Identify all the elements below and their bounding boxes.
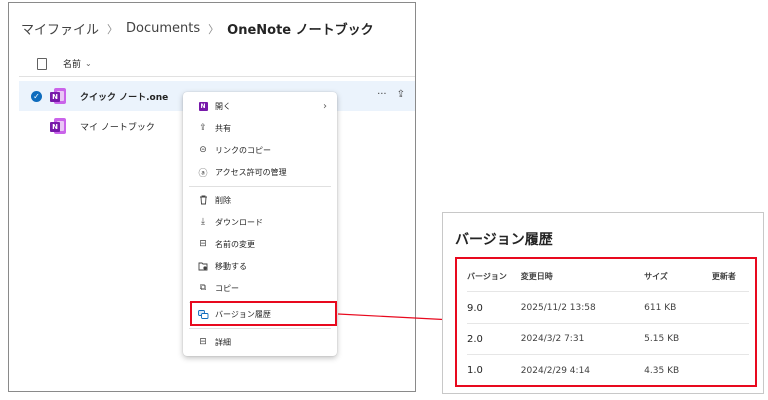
cell-modified: 2025/11/2 13:58 bbox=[520, 303, 596, 313]
version-history-title: バージョン履歴 bbox=[455, 232, 553, 248]
table-header-row: バージョン 変更日時 サイズ 更新者 bbox=[467, 261, 749, 292]
version-history-table: バージョン 変更日時 サイズ 更新者 9.0 2025/11/2 13:58 6… bbox=[455, 257, 757, 387]
breadcrumb-current: OneNote ノートブック bbox=[227, 23, 374, 38]
onenote-notebook-icon: N bbox=[50, 118, 66, 134]
person-icon: ⓐ bbox=[198, 168, 208, 179]
column-header: 名前 ⌄ bbox=[19, 51, 415, 77]
file-name[interactable]: クイック ノート.one bbox=[80, 90, 168, 103]
file-type-icon bbox=[37, 57, 47, 70]
download-icon: ⤓ bbox=[201, 217, 205, 227]
cell-size: 611 KB bbox=[644, 303, 677, 313]
submenu-chevron-icon: › bbox=[323, 100, 327, 112]
breadcrumb-separator-icon: 〉 bbox=[208, 22, 220, 36]
breadcrumb-root[interactable]: マイファイル bbox=[21, 19, 99, 38]
header-modified-by: 更新者 bbox=[711, 271, 736, 281]
breadcrumb: マイファイル 〉 Documents 〉 OneNote ノートブック bbox=[21, 19, 374, 38]
cell-size: 5.15 KB bbox=[644, 334, 680, 344]
menu-item-open[interactable]: N 開く › bbox=[183, 96, 337, 116]
more-options-icon[interactable]: ··· bbox=[377, 89, 387, 100]
menu-item-copy-link[interactable]: ⊝ リンクのコピー bbox=[183, 140, 337, 160]
breadcrumb-folder[interactable]: Documents bbox=[126, 21, 200, 36]
share-icon: ⇪ bbox=[199, 123, 207, 133]
sort-chevron-icon[interactable]: ⌄ bbox=[85, 59, 92, 68]
row-actions: ··· ⇪ bbox=[377, 89, 405, 100]
cell-version: 9.0 bbox=[467, 302, 483, 314]
breadcrumb-separator-icon: 〉 bbox=[107, 22, 119, 36]
trash-icon bbox=[197, 194, 209, 206]
screenshot-stage: マイファイル 〉 Documents 〉 OneNote ノートブック 名前 ⌄… bbox=[0, 0, 768, 400]
table-row[interactable]: 1.0 2024/2/29 4:14 4.35 KB bbox=[467, 355, 749, 386]
header-version: バージョン bbox=[467, 271, 507, 281]
file-name[interactable]: マイ ノートブック bbox=[80, 120, 155, 133]
menu-item-delete[interactable]: 削除 bbox=[183, 190, 337, 210]
copy-icon: ⧉ bbox=[199, 283, 207, 293]
menu-item-download[interactable]: ⤓ ダウンロード bbox=[183, 212, 337, 232]
menu-divider bbox=[189, 186, 331, 187]
selected-check-icon[interactable]: ✓ bbox=[31, 90, 42, 102]
cell-modified: 2024/2/29 4:14 bbox=[520, 365, 591, 376]
details-icon: ⊟ bbox=[199, 337, 207, 347]
header-size: サイズ bbox=[644, 271, 668, 281]
version-history-panel: バージョン履歴 バージョン 変更日時 サイズ 更新者 9.0 2025/11/2… bbox=[442, 212, 764, 394]
menu-item-rename[interactable]: ⊟ 名前の変更 bbox=[183, 234, 337, 254]
menu-item-share[interactable]: ⇪ 共有 bbox=[183, 118, 337, 138]
link-icon: ⊝ bbox=[199, 145, 207, 155]
cell-size: 4.35 KB bbox=[644, 365, 680, 376]
name-column-header[interactable]: 名前 bbox=[63, 57, 81, 70]
header-modified: 変更日時 bbox=[520, 271, 553, 281]
onenote-file-icon: N bbox=[50, 88, 66, 104]
menu-item-details[interactable]: ⊟ 詳細 bbox=[183, 332, 337, 352]
menu-item-manage-access[interactable]: ⓐ アクセス許可の管理 bbox=[183, 162, 337, 182]
move-icon bbox=[197, 260, 209, 272]
cell-modified: 2024/3/2 7:31 bbox=[520, 334, 585, 344]
cell-version: 1.0 bbox=[467, 365, 483, 376]
menu-item-copy[interactable]: ⧉ コピー bbox=[183, 278, 337, 298]
table-row[interactable]: 9.0 2025/11/2 13:58 611 KB bbox=[467, 293, 749, 324]
menu-divider bbox=[189, 328, 331, 329]
table-row[interactable]: 2.0 2024/3/2 7:31 5.15 KB bbox=[467, 324, 749, 355]
rename-icon: ⊟ bbox=[199, 239, 207, 249]
share-icon[interactable]: ⇪ bbox=[397, 89, 405, 100]
menu-item-move[interactable]: 移動する bbox=[183, 256, 337, 276]
cell-version: 2.0 bbox=[467, 333, 483, 345]
version-history-highlight-box bbox=[190, 301, 337, 326]
open-icon: N bbox=[198, 101, 208, 111]
